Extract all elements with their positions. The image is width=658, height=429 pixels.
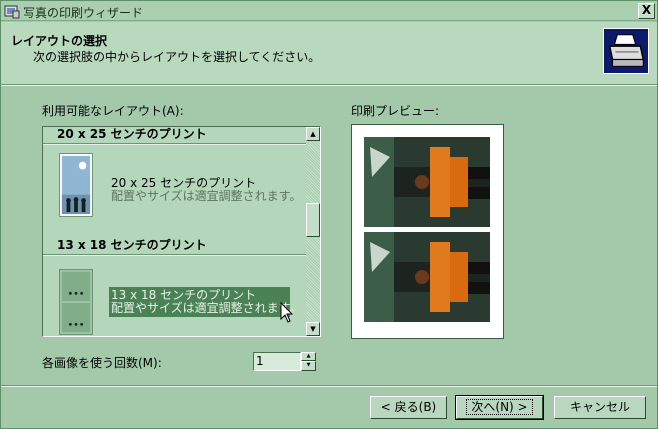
header-divider [1,85,657,86]
vertical-scrollbar[interactable]: ▲ ▼ [306,127,320,336]
scroll-up-arrow-icon[interactable]: ▲ [306,127,320,141]
preview-photo-1 [364,137,490,227]
copies-stepper[interactable]: ▲ ▼ [301,352,316,371]
spin-up-icon[interactable]: ▲ [301,352,316,361]
back-button[interactable]: < 戻る(B) [370,396,447,419]
mouse-pointer-icon [280,302,294,323]
layouts-label: 利用可能なレイアウト(A): [42,104,184,118]
scrollbar-thumb[interactable] [306,203,320,237]
wizard-header: レイアウトの選択 次の選択肢の中からレイアウトを選択してください。 [1,22,657,85]
copies-label: 各画像を使う回数(M): [42,356,162,370]
page-title: レイアウトの選択 [11,34,108,48]
layout-item-desc: 配置やサイズは適宜調整されます。 [111,189,302,203]
footer-divider [1,385,657,387]
layout-item-desc: 配置やサイズは適宜調整されます。 [111,301,302,315]
window-title: 写真の印刷ウィザード [23,6,144,20]
title-bar: 写真の印刷ウィザード X [1,1,657,21]
page-subtitle: 次の選択肢の中からレイアウトを選択してください。 [33,50,321,64]
close-button[interactable]: X [638,3,655,19]
layout-item-20x25[interactable]: 20 x 25 センチのプリント 配置やサイズは適宜調整されます。 [43,145,307,223]
group-header-13x18: 13 x 18 センチのプリント [57,238,207,252]
printer-icon [603,28,649,74]
copies-input[interactable]: 1 [253,352,301,371]
layout-list: 20 x 25 センチのプリント 20 x 25 センチのプリント 配置やサイズ… [43,127,307,336]
group-divider [43,254,307,256]
layout-thumbnail-13x18 [59,269,93,335]
spin-down-icon[interactable]: ▼ [301,361,316,371]
scroll-down-arrow-icon[interactable]: ▼ [306,322,320,336]
layout-item-13x18[interactable]: 13 x 18 センチのプリント 配置やサイズは適宜調整されます。 [43,257,307,335]
photo-print-app-icon [4,5,20,19]
next-button[interactable]: 次へ(N) > [455,395,544,420]
print-wizard-window: 写真の印刷ウィザード X レイアウトの選択 次の選択肢の中からレイアウトを選択し… [0,0,658,429]
cancel-button[interactable]: キャンセル [554,396,646,419]
preview-photo-2 [364,232,490,322]
print-preview [351,124,504,339]
layout-thumbnail-20x25 [59,153,93,217]
next-button-label: 次へ(N) > [466,399,533,415]
preview-label: 印刷プレビュー: [351,104,440,118]
